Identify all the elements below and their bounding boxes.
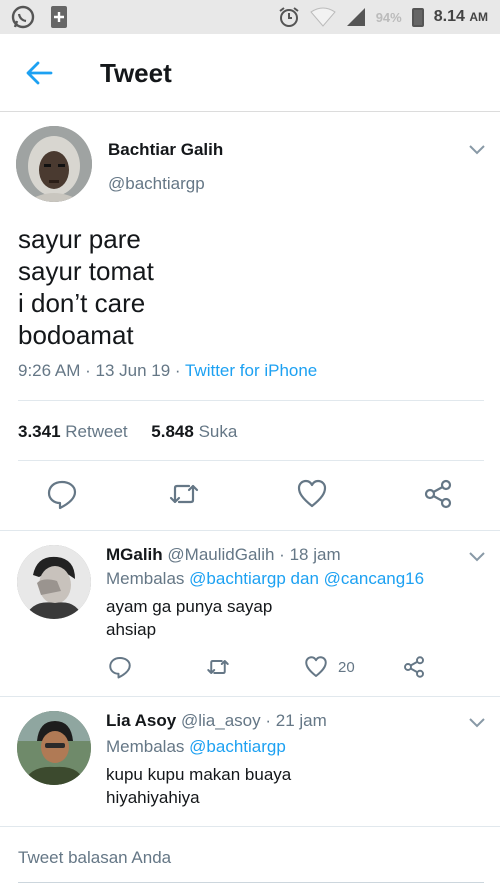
replying-to: Membalas @bachtiargp dan @cancang16 <box>106 569 425 588</box>
author-avatar[interactable] <box>16 126 92 202</box>
clock: 8.14 AM <box>433 8 488 25</box>
signal-icon <box>346 7 366 27</box>
like-heart-icon[interactable] <box>296 478 328 510</box>
mention-link[interactable]: @bachtiargp <box>189 737 286 756</box>
tweet-date: 13 Jun 19 <box>95 361 171 380</box>
alarm-icon <box>278 6 300 28</box>
reply-icon[interactable] <box>46 478 78 510</box>
battery-percent: 94% <box>375 9 402 25</box>
reply-avatar[interactable] <box>17 545 91 619</box>
arrow-left-icon[interactable] <box>24 58 54 88</box>
divider <box>18 400 484 401</box>
tweet-line: bodoamat <box>18 320 134 350</box>
reply-header-line: MGalih @MaulidGalih · 18 jam <box>106 545 341 564</box>
divider <box>18 460 484 461</box>
battery-icon <box>411 7 424 27</box>
retweet-icon[interactable] <box>168 478 200 510</box>
retweet-icon[interactable] <box>206 655 230 679</box>
chevron-down-icon[interactable] <box>468 717 486 729</box>
tweet-stats: 3.341 Retweet 5.848 Suka <box>18 422 237 442</box>
mention-link[interactable]: @cancang16 <box>324 569 424 588</box>
author-name[interactable]: Bachtiar Galih <box>108 140 223 160</box>
reply-header-line: Lia Asoy @lia_asoy · 21 jam <box>106 711 327 730</box>
reply-author-handle[interactable]: @lia_asoy <box>181 711 261 730</box>
wifi-icon <box>309 7 336 27</box>
reply-compose-bar <box>0 826 500 889</box>
reply-icon[interactable] <box>108 655 132 679</box>
chevron-down-icon[interactable] <box>468 551 486 563</box>
like-heart-icon[interactable] <box>304 655 328 679</box>
chevron-down-icon[interactable] <box>468 144 486 156</box>
author-handle[interactable]: @bachtiargp <box>108 174 205 194</box>
divider <box>0 530 500 531</box>
input-underline <box>18 882 484 883</box>
retweets-stat[interactable]: 3.341 Retweet <box>18 422 128 441</box>
page-title: Tweet <box>100 58 172 88</box>
tweet-meta: 9:26 AM · 13 Jun 19 · Twitter for iPhone <box>18 361 318 380</box>
share-icon[interactable] <box>422 478 454 510</box>
reply-text: ayam ga punya sayap ahsiap <box>106 597 273 639</box>
divider <box>0 696 500 697</box>
top-app-bar: Tweet <box>0 34 500 112</box>
status-bar: 94% 8.14 AM <box>0 0 500 34</box>
tweet-line: i don’t care <box>18 288 146 318</box>
like-count: 20 <box>338 659 355 676</box>
tweet-source-link[interactable]: Twitter for iPhone <box>185 361 317 380</box>
whatsapp-icon <box>10 4 36 30</box>
tweet-actions <box>0 478 500 518</box>
reply-time: 18 jam <box>289 545 341 564</box>
share-icon[interactable] <box>402 655 426 679</box>
notification-plus-icon <box>50 5 68 29</box>
tweet-line: sayur pare <box>18 224 141 254</box>
reply-input[interactable] <box>0 827 500 889</box>
reply-author-name[interactable]: Lia Asoy <box>106 711 176 730</box>
reply-time: 21 jam <box>275 711 327 730</box>
mention-link[interactable]: @bachtiargp <box>189 569 286 588</box>
replying-to: Membalas @bachtiargp <box>106 737 286 756</box>
likes-stat[interactable]: 5.848 Suka <box>151 422 237 441</box>
reply-text: kupu kupu makan buaya hiyahiyahiya <box>106 765 292 807</box>
tweet-line: sayur tomat <box>18 256 154 286</box>
reply-avatar[interactable] <box>17 711 91 785</box>
tweet-time: 9:26 AM <box>18 361 81 380</box>
reply-author-name[interactable]: MGalih <box>106 545 163 564</box>
tweet-text: sayur pare sayur tomat i don’t care bodo… <box>18 223 154 351</box>
reply-author-handle[interactable]: @MaulidGalih <box>167 545 274 564</box>
